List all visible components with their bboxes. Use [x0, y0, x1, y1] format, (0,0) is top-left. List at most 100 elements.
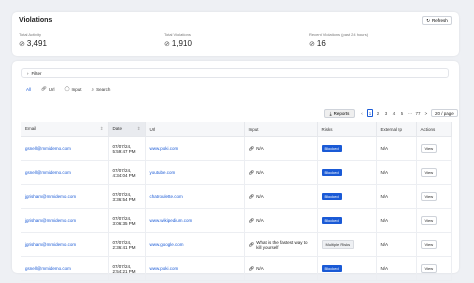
tab-all[interactable]: All [26, 86, 31, 92]
email-cell[interactable]: gsnell@mmidemo.com [21, 256, 109, 281]
url-cell[interactable]: www.google.com [145, 232, 245, 257]
actions-cell: View [416, 208, 452, 233]
refresh-button[interactable]: ↻ Refresh [422, 16, 452, 25]
url-link[interactable]: youtube.com [150, 170, 176, 175]
view-button[interactable]: View [420, 192, 438, 201]
email-link[interactable]: jgrisham@mmidemo.com [25, 242, 76, 247]
view-button[interactable]: View [420, 264, 438, 273]
risk-cell: Blocked [317, 208, 377, 233]
tab-url[interactable]: 🔗︎ Url [41, 86, 54, 92]
email-link[interactable]: gsnell@mmidemo.com [25, 146, 71, 151]
url-cell[interactable]: www.wikipedium.com [145, 208, 245, 233]
risk-badge: Blocked [321, 217, 342, 224]
input-text: N/A [256, 146, 264, 151]
stat-value: 16 [316, 39, 326, 48]
stat-total-violations: Total Violations ⊘ 1,910 [164, 32, 192, 48]
page-button[interactable]: 3 [383, 109, 389, 117]
url-cell[interactable]: chatroulette.com [145, 184, 245, 209]
page-button[interactable]: 77 [415, 109, 421, 117]
link-icon: 🔗︎ [248, 169, 255, 175]
page-button[interactable]: 5 [399, 109, 405, 117]
stat-label: Total Violations [164, 32, 191, 37]
reports-button[interactable]: ⤓ Reports [324, 109, 355, 118]
view-button[interactable]: View [420, 168, 438, 177]
ban-icon: ⊘ [164, 40, 170, 48]
input-cell: 🔗︎ N/A [244, 256, 318, 281]
url-link[interactable]: www.poki.com [150, 266, 179, 271]
view-button[interactable]: View [420, 240, 438, 249]
link-icon: 🔗︎ [248, 217, 255, 223]
url-link[interactable]: www.poki.com [150, 146, 179, 151]
url-cell[interactable]: www.poki.com [145, 136, 245, 161]
view-button[interactable]: View [420, 144, 438, 153]
violations-panel: › Filter All 🔗︎ Url ◯ Input ⌕ Search ⤓ Repo… [12, 61, 459, 281]
link-icon: 🔗︎ [248, 145, 255, 151]
sort-icon: ⇕ [99, 126, 104, 131]
page-button[interactable]: 4 [391, 109, 397, 117]
column-header-email[interactable]: Email ⇕ [21, 122, 109, 137]
risk-cell: Blocked [317, 184, 377, 209]
sort-icon: ⇕ [136, 126, 141, 131]
column-header-risks: Risks [317, 122, 377, 137]
violations-table: Email ⇕ Date ⇕ Url Input Risks External Ip… [21, 122, 452, 281]
page-size-select[interactable]: 20 / page [431, 109, 458, 117]
date-cell: 07/07/24, 3:06:35 PM [108, 208, 146, 233]
email-cell[interactable]: gsnell@mmidemo.com [21, 136, 109, 161]
tab-input[interactable]: ◯ Input [64, 86, 81, 92]
next-page-button[interactable]: > [423, 109, 429, 117]
refresh-icon: ↻ [426, 17, 431, 23]
email-link[interactable]: gsnell@mmidemo.com [25, 170, 71, 175]
risk-badge: Blocked [321, 265, 342, 272]
view-button[interactable]: View [420, 216, 438, 225]
page-ellipsis[interactable]: ··· [407, 109, 413, 117]
table-row: gsnell@mmidemo.com 07/07/24, 2:54:21 PM ww… [21, 256, 452, 281]
url-cell[interactable]: youtube.com [145, 160, 245, 185]
email-link[interactable]: jgrisham@mmidemo.com [25, 218, 76, 223]
external-ip-cell: N/A [376, 136, 417, 161]
email-cell[interactable]: jgrisham@mmidemo.com [21, 232, 109, 257]
date-cell: 07/07/24, 4:34:04 PM [108, 160, 146, 185]
table-row: jgrisham@mmidemo.com 07/07/24, 3:36:54 PM… [21, 184, 452, 209]
actions-cell: View [416, 136, 452, 161]
stat-recent-violations: Recent Violations (past 24 hours) ⊘ 16 [309, 32, 368, 48]
prev-page-button[interactable]: ‹ [359, 109, 365, 117]
url-link[interactable]: chatroulette.com [150, 194, 183, 199]
column-header-date[interactable]: Date ⇕ [108, 122, 146, 137]
filter-label: Filter [31, 70, 42, 76]
page-title: Violations [19, 17, 53, 24]
link-icon: 🔗︎ [248, 241, 255, 247]
email-cell[interactable]: jgrisham@mmidemo.com [21, 208, 109, 233]
summary-card: Violations ↻ Refresh Total Activity ⊘ 3,4… [12, 12, 459, 56]
stat-total-activity: Total Activity ⊘ 3,491 [19, 32, 47, 48]
actions-cell: View [416, 256, 452, 281]
tab-label: Url [48, 86, 55, 92]
page-button[interactable]: 2 [375, 109, 381, 117]
external-ip-cell: N/A [376, 208, 417, 233]
tab-label: Search [96, 86, 111, 92]
url-link[interactable]: www.google.com [150, 242, 184, 247]
stat-value: 1,910 [171, 39, 192, 48]
input-cell: 🔗︎ N/A [244, 160, 318, 185]
url-link[interactable]: www.wikipedium.com [150, 218, 193, 223]
risk-badge: Blocked [321, 169, 342, 176]
risk-badge: Multiple Risks [321, 240, 355, 249]
page-button[interactable]: 1 [367, 109, 373, 117]
date-cell: 07/07/24, 2:36:41 PM [108, 232, 146, 257]
actions-cell: View [416, 160, 452, 185]
email-cell[interactable]: jgrisham@mmidemo.com [21, 184, 109, 209]
external-ip-cell: N/A [376, 160, 417, 185]
stat-label: Recent Violations (past 24 hours) [309, 32, 369, 37]
email-link[interactable]: gsnell@mmidemo.com [25, 266, 71, 271]
email-cell[interactable]: gsnell@mmidemo.com [21, 160, 109, 185]
date-cell: 07/07/24, 2:54:21 PM [108, 256, 146, 281]
external-ip-cell: N/A [376, 256, 417, 281]
filter-toggle[interactable]: › Filter [21, 68, 449, 78]
stat-label: Total Activity [19, 32, 42, 37]
date-cell: 07/07/24, 3:36:54 PM [108, 184, 146, 209]
url-cell[interactable]: www.poki.com [145, 256, 245, 281]
risk-badge: Blocked [321, 145, 342, 152]
email-link[interactable]: jgrisham@mmidemo.com [25, 194, 76, 199]
tab-search[interactable]: ⌕ Search [92, 86, 111, 92]
input-text: What is the fastest way to kill yourself [256, 239, 308, 250]
chevron-right-icon: › [27, 70, 29, 76]
